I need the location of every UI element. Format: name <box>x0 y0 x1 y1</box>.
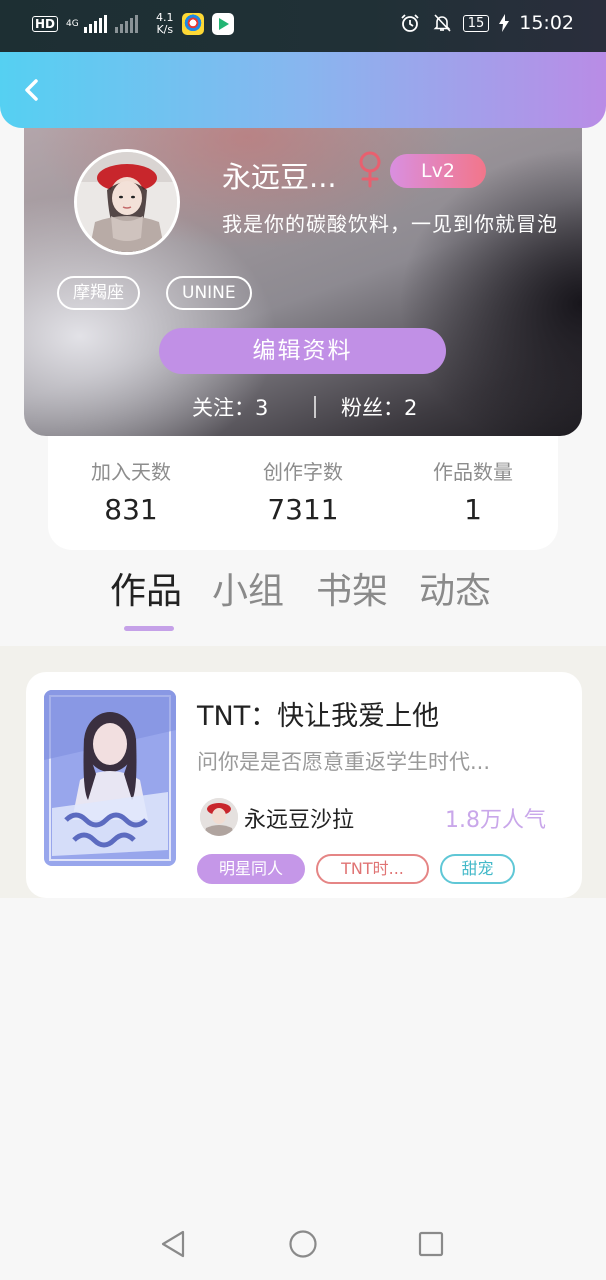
stat-value: 1 <box>464 493 482 526</box>
hd-indicator: HD <box>32 16 59 32</box>
stat-label: 作品数量 <box>433 460 513 484</box>
author-avatar[interactable] <box>200 798 238 836</box>
female-icon <box>359 151 381 188</box>
follow-divider <box>314 396 316 418</box>
nav-back-button[interactable] <box>153 1224 193 1264</box>
book-cover[interactable] <box>44 690 176 866</box>
alarm-icon <box>399 12 421 34</box>
chevron-left-icon <box>25 79 38 101</box>
app-notification-icon <box>181 13 204 35</box>
video-app-icon <box>211 13 234 35</box>
level-badge: Lv2 <box>390 154 486 188</box>
username: 永远豆... <box>222 160 337 194</box>
profile-tag[interactable]: UNINE <box>166 276 252 310</box>
avatar[interactable] <box>74 149 180 255</box>
top-header <box>0 52 606 128</box>
tab-groups[interactable]: 小组 <box>212 566 284 618</box>
tab-works[interactable]: 作品 <box>110 566 182 618</box>
profile-bio: 我是你的碳酸饮料，一见到你就冒泡 <box>222 212 558 236</box>
stats-card: 加入天数 831 创作字数 7311 作品数量 1 <box>48 420 558 550</box>
work-summary: 问你是是否愿意重返学生时代... <box>197 750 491 774</box>
status-left: HD 4G 4.1 K/s <box>32 12 234 36</box>
stat-value: 7311 <box>267 493 339 526</box>
popularity-count: 1.8万人气 <box>445 808 546 833</box>
genre-tag[interactable]: 甜宠 <box>440 854 515 884</box>
clock: 15:02 <box>519 12 574 34</box>
work-card[interactable]: TNT：快让我爱上他 问你是是否愿意重返学生时代... 永远豆沙拉 1.8万人气… <box>26 672 582 898</box>
stat-works-count: 作品数量 1 <box>408 458 538 530</box>
tab-bookshelf[interactable]: 书架 <box>316 566 388 618</box>
back-button[interactable] <box>14 72 50 108</box>
following-count[interactable]: 关注：3 <box>192 392 268 422</box>
back-triangle-icon <box>161 1230 185 1258</box>
nav-recent-button[interactable] <box>411 1224 451 1264</box>
recent-square-icon <box>418 1231 444 1257</box>
system-nav-bar <box>0 1206 606 1280</box>
network-type: 4G <box>66 18 79 29</box>
active-tab-indicator <box>124 626 174 631</box>
network-speed: 4.1 K/s <box>156 11 174 36</box>
work-title[interactable]: TNT：快让我爱上他 <box>197 694 439 733</box>
followers-count[interactable]: 粉丝：2 <box>341 392 417 422</box>
stat-join-days: 加入天数 831 <box>66 458 196 530</box>
charging-icon <box>499 12 510 34</box>
content-tabs: 作品 小组 书架 动态 <box>0 566 606 646</box>
stat-label: 加入天数 <box>91 460 171 484</box>
home-circle-icon <box>289 1230 317 1258</box>
works-list: TNT：快让我爱上他 问你是是否愿意重返学生时代... 永远豆沙拉 1.8万人气… <box>0 646 606 898</box>
follow-row: 关注：3 粉丝：2 <box>24 392 582 422</box>
stat-word-count: 创作字数 7311 <box>238 458 368 530</box>
genre-tag[interactable]: TNT时... <box>316 854 429 884</box>
tab-activity[interactable]: 动态 <box>419 566 491 618</box>
signal-icon <box>84 15 108 33</box>
profile-card: 永远豆... Lv2 我是你的碳酸饮料，一见到你就冒泡 摩羯座 UNINE 编辑… <box>24 104 582 436</box>
stat-value: 831 <box>104 493 158 526</box>
status-bar: HD 4G 4.1 K/s 15 15:02 <box>0 0 606 52</box>
genre-tag[interactable]: 明星同人 <box>197 854 305 884</box>
signal-2-icon <box>115 15 139 33</box>
mute-icon <box>431 12 453 34</box>
edit-profile-button[interactable]: 编辑资料 <box>159 328 446 374</box>
status-right: 15 15:02 <box>399 12 574 34</box>
battery-indicator: 15 <box>462 14 490 32</box>
stat-label: 创作字数 <box>263 460 343 484</box>
author-name[interactable]: 永远豆沙拉 <box>244 802 354 834</box>
profile-tag[interactable]: 摩羯座 <box>57 276 140 310</box>
nav-home-button[interactable] <box>283 1224 323 1264</box>
